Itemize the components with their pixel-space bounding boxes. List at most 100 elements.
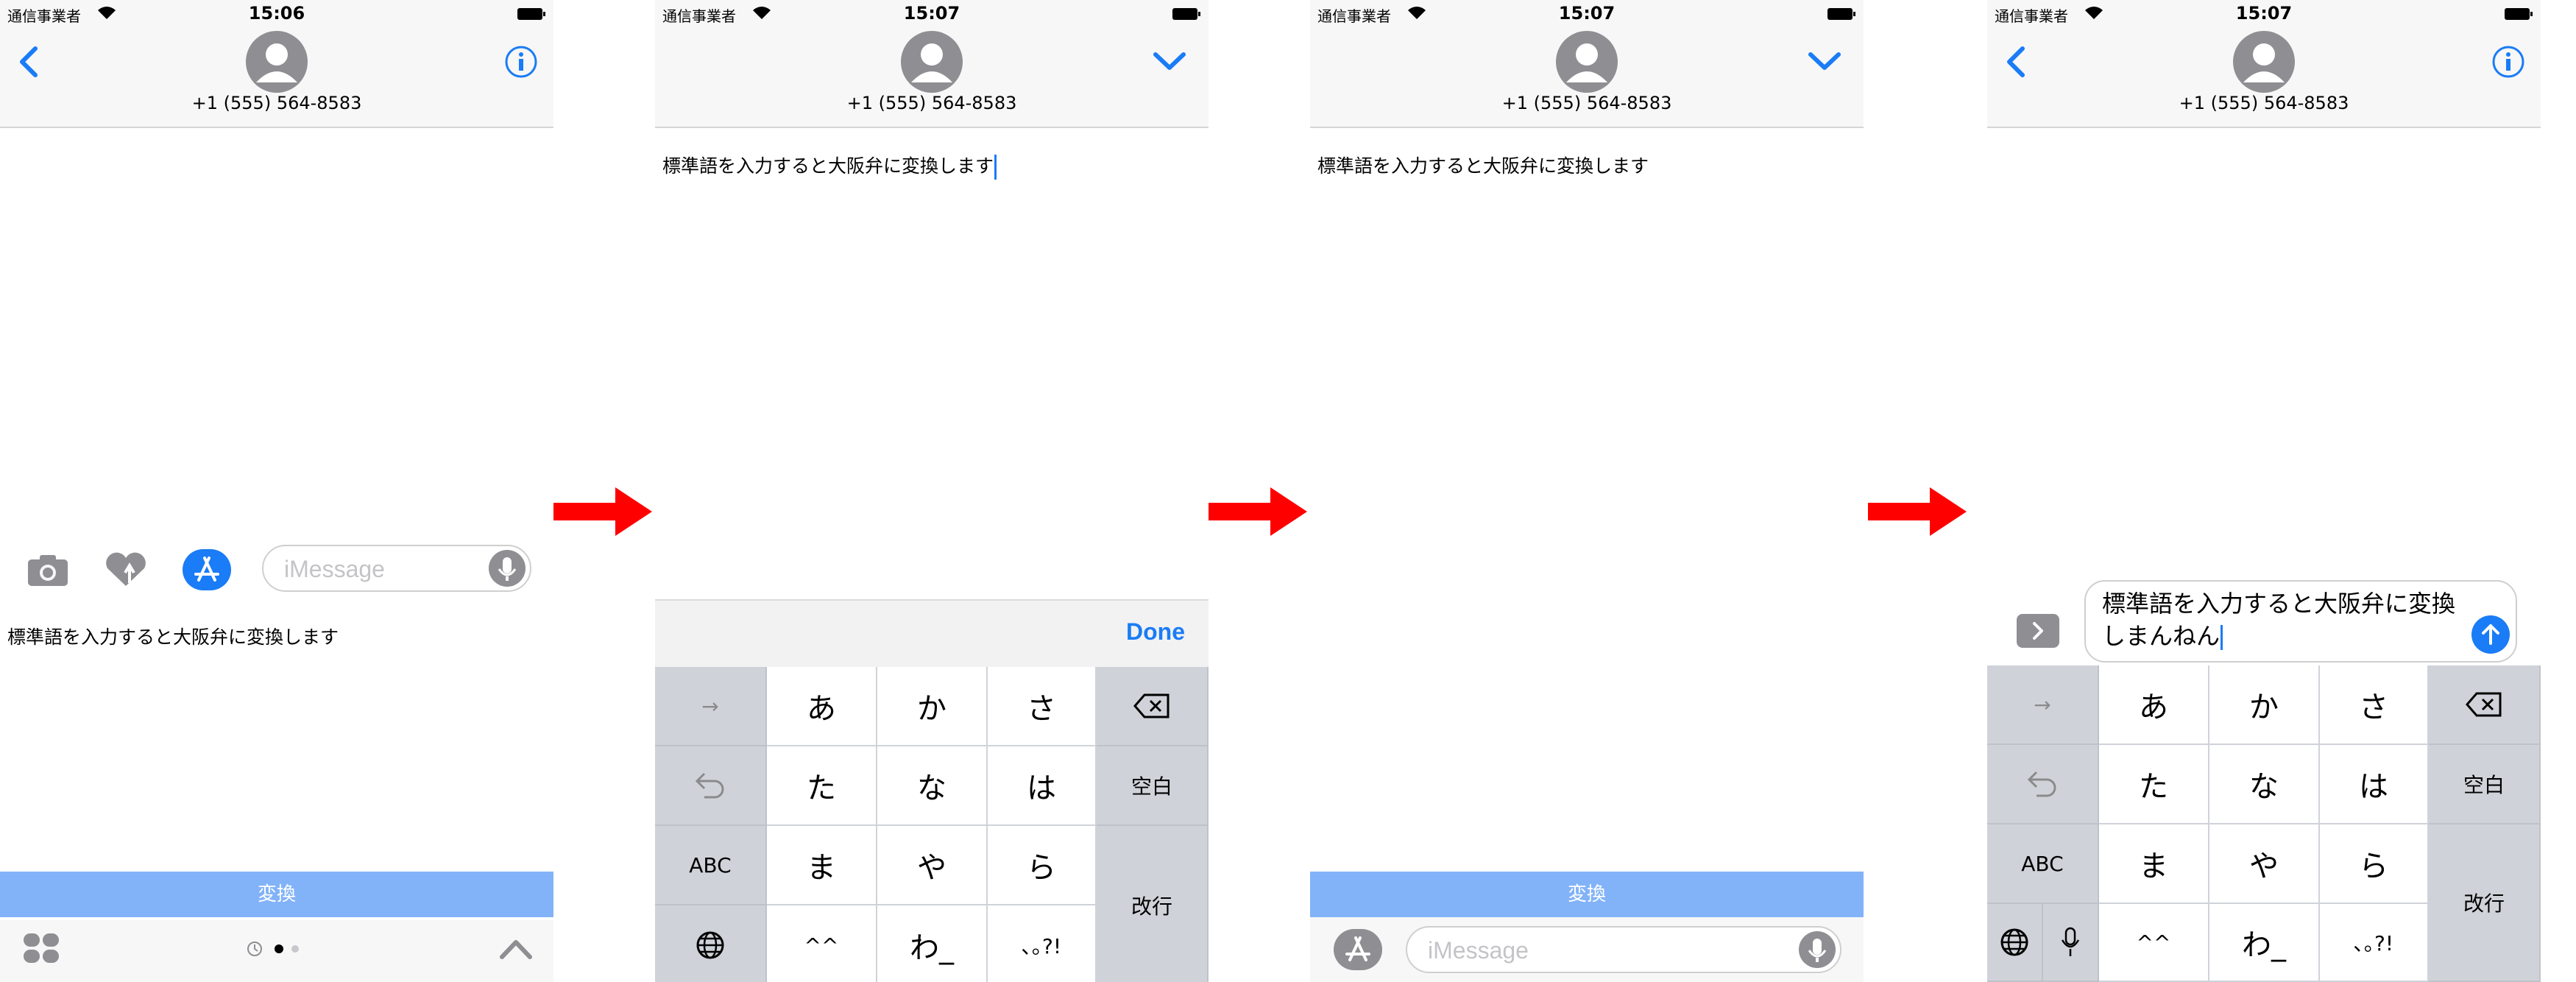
key-wa[interactable]: わ_ — [877, 905, 988, 982]
convert-button[interactable]: 変換 — [1310, 872, 1864, 917]
key-next-arrow[interactable]: → — [655, 667, 767, 746]
key-dictation[interactable] — [2043, 904, 2099, 982]
delete-key-icon — [2466, 692, 2502, 717]
keyboard-accessory-bar: Done — [655, 599, 1209, 667]
key-emoticon[interactable]: ^^ — [767, 905, 877, 982]
status-time: 15:07 — [2235, 3, 2293, 24]
key-ma[interactable]: ま — [767, 826, 877, 905]
kana-keyboard: → あ か さ た な は 空白 ABC ま や ら 改行 ^^ わ_ ､｡?! — [655, 667, 1209, 982]
battery-icon — [1827, 8, 1855, 20]
key-emoticon[interactable]: ^^ — [2099, 904, 2209, 982]
key-a[interactable]: あ — [767, 667, 877, 746]
key-a[interactable]: あ — [2099, 665, 2209, 745]
up-chevron-icon[interactable] — [498, 936, 534, 961]
message-preview: 標準語を入力すると大阪弁に変換します — [7, 626, 339, 648]
contact-avatar[interactable] — [901, 31, 963, 93]
message-input-text: 標準語を入力すると大阪弁に変換 しまんねん — [2102, 587, 2455, 652]
done-button[interactable]: Done — [1126, 618, 1185, 646]
contact-number: +1 (555) 564-8583 — [846, 93, 1017, 113]
message-line-2: しまんねん — [2102, 622, 2221, 650]
text-cursor — [2221, 625, 2223, 650]
key-undo[interactable] — [655, 746, 767, 826]
down-chevron-icon[interactable] — [1153, 50, 1186, 72]
key-delete[interactable] — [2429, 665, 2541, 745]
globe-icon — [2000, 928, 2028, 956]
conversation-header: +1 (555) 564-8583 — [655, 29, 1209, 128]
apps-grid-icon[interactable] — [22, 932, 60, 964]
mic-icon[interactable] — [489, 550, 526, 587]
battery-icon — [2505, 8, 2533, 20]
key-abc[interactable]: ABC — [1987, 824, 2099, 904]
key-wa[interactable]: わ_ — [2209, 904, 2320, 982]
imessage-input[interactable]: iMessage — [262, 545, 531, 592]
key-ha[interactable]: は — [988, 746, 1097, 826]
status-time: 15:07 — [1558, 3, 1616, 24]
key-ya[interactable]: や — [877, 826, 988, 905]
key-space[interactable]: 空白 — [2429, 745, 2541, 824]
status-bar: 通信事業者 15:06 — [0, 0, 553, 29]
key-punctuation[interactable]: ､｡?! — [988, 905, 1097, 982]
mic-icon[interactable] — [1799, 931, 1836, 968]
globe-icon — [696, 931, 724, 959]
app-store-icon[interactable] — [181, 548, 233, 592]
key-delete[interactable] — [1097, 667, 1209, 746]
key-sa[interactable]: さ — [988, 667, 1097, 746]
message-line-1: 標準語を入力すると大阪弁に変換 — [2102, 590, 2456, 618]
key-abc[interactable]: ABC — [655, 826, 767, 905]
conversation-header: +1 (555) 564-8583 — [1310, 29, 1864, 128]
key-sa[interactable]: さ — [2320, 665, 2429, 745]
extension-text-field[interactable]: 標準語を入力すると大阪弁に変換します — [1317, 152, 1649, 178]
key-ra[interactable]: ら — [2320, 824, 2429, 904]
contact-avatar[interactable] — [1556, 31, 1618, 93]
key-undo[interactable] — [1987, 745, 2099, 824]
imessage-input[interactable]: iMessage — [1406, 926, 1841, 973]
send-icon[interactable] — [2471, 615, 2510, 654]
compose-row: iMessage — [1310, 917, 1864, 982]
imessage-placeholder: iMessage — [1428, 937, 1529, 964]
key-ra[interactable]: ら — [988, 826, 1097, 905]
flow-arrow-2 — [1209, 487, 1307, 536]
conversation-header: +1 (555) 564-8583 — [1987, 29, 2541, 128]
key-ka[interactable]: か — [2209, 665, 2320, 745]
key-ma[interactable]: ま — [2099, 824, 2209, 904]
contact-avatar[interactable] — [246, 31, 308, 93]
back-chevron-icon[interactable] — [2003, 46, 2030, 78]
app-store-icon[interactable] — [1332, 928, 1384, 972]
key-ta[interactable]: た — [767, 746, 877, 826]
message-input-field[interactable]: 標準語を入力すると大阪弁に変換 しまんねん — [2084, 580, 2517, 663]
screen-1: 通信事業者 15:06 +1 (555) 564-8583 iMessage 標… — [0, 0, 553, 982]
key-ha[interactable]: は — [2320, 745, 2429, 824]
screen-3: 通信事業者 15:07 +1 (555) 564-8583 標準語を入力すると大… — [1310, 0, 1864, 982]
key-enter[interactable]: 改行 — [1097, 826, 1209, 982]
key-na[interactable]: な — [877, 746, 988, 826]
extension-text-field[interactable]: 標準語を入力すると大阪弁に変換します — [662, 152, 997, 180]
key-globe[interactable] — [1987, 904, 2043, 982]
info-icon[interactable] — [2491, 44, 2526, 80]
screen-2: 通信事業者 15:07 +1 (555) 564-8583 標準語を入力すると大… — [655, 0, 1209, 982]
expand-apps-icon[interactable] — [2017, 614, 2059, 648]
key-punctuation[interactable]: ､｡?! — [2320, 904, 2429, 982]
convert-button[interactable]: 変換 — [0, 872, 553, 917]
kana-keyboard: → あ か さ た な は 空白 ABC ま や ら 改行 ^^ わ_ ､｡?! — [1987, 665, 2541, 982]
extension-text: 標準語を入力すると大阪弁に変換します — [1317, 155, 1649, 177]
key-space[interactable]: 空白 — [1097, 746, 1209, 826]
back-chevron-icon[interactable] — [16, 46, 43, 78]
compose-row: 標準語を入力すると大阪弁に変換 しまんねん — [1987, 577, 2541, 665]
key-next-arrow[interactable]: → — [1987, 665, 2099, 745]
key-globe[interactable] — [655, 905, 767, 982]
battery-icon — [517, 8, 545, 20]
info-icon[interactable] — [503, 44, 539, 80]
key-na[interactable]: な — [2209, 745, 2320, 824]
key-ta[interactable]: た — [2099, 745, 2209, 824]
delete-key-icon — [1133, 693, 1170, 718]
key-ya[interactable]: や — [2209, 824, 2320, 904]
key-enter[interactable]: 改行 — [2429, 824, 2541, 982]
key-ka[interactable]: か — [877, 667, 988, 746]
contact-avatar[interactable] — [2233, 31, 2295, 93]
digital-touch-icon[interactable] — [100, 548, 152, 592]
compose-row: iMessage — [0, 537, 553, 611]
down-chevron-icon[interactable] — [1808, 50, 1841, 72]
camera-icon[interactable] — [22, 548, 74, 592]
status-time: 15:07 — [903, 3, 960, 24]
contact-number: +1 (555) 564-8583 — [1501, 93, 1672, 113]
